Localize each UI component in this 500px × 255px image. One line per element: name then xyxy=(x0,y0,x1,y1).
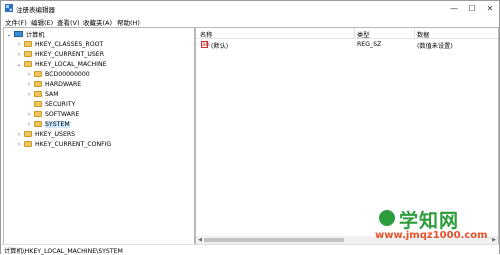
registry-editor-icon xyxy=(5,4,13,12)
folder-icon xyxy=(34,91,42,97)
tree-node-security[interactable]: SECURITY xyxy=(26,99,75,109)
title-bar[interactable]: 注册表编辑器 — ☐ ✕ xyxy=(1,1,499,15)
status-bar: 计算机\HKEY_LOCAL_MACHINE\SYSTEM ⋰ xyxy=(1,244,499,255)
folder-icon xyxy=(24,141,32,147)
tree-node-hklm[interactable]: ⌄ HKEY_LOCAL_MACHINE xyxy=(16,59,106,69)
resize-grip-icon[interactable]: ⋰ xyxy=(4,246,497,253)
expand-right-icon[interactable]: › xyxy=(16,51,22,58)
expand-right-icon[interactable]: › xyxy=(16,141,22,148)
key-tree-pane[interactable]: ⌄ 计算机 › HKEY_CLASSES_ROOT › HKEY_CURRENT… xyxy=(3,27,195,245)
tree-node-hku[interactable]: › HKEY_USERS xyxy=(16,129,75,139)
close-icon: ✕ xyxy=(486,3,494,13)
scrollbar-thumb[interactable] xyxy=(204,238,344,242)
maximize-button[interactable]: ☐ xyxy=(463,1,481,15)
value-type: REG_SZ xyxy=(357,41,382,48)
expand-right-icon[interactable]: › xyxy=(26,71,32,78)
expand-down-icon[interactable]: ⌄ xyxy=(16,61,22,68)
tree-label: SOFTWARE xyxy=(45,110,80,118)
window-title: 注册表编辑器 xyxy=(16,6,55,14)
column-header-row: 名称 类型 数据 xyxy=(196,28,498,39)
column-header-type[interactable]: 类型 xyxy=(357,30,369,39)
computer-icon xyxy=(14,31,23,37)
tree-label: BCD00000000 xyxy=(45,70,90,78)
site-watermark-logo: 学知网 www.jmqz1000.com xyxy=(375,206,495,244)
tree-label: SECURITY xyxy=(45,100,76,108)
menu-help[interactable]: 帮助(H) xyxy=(117,17,140,27)
tree-node-sam[interactable]: › SAM xyxy=(26,89,59,99)
value-data: (数值未设置) xyxy=(417,43,453,50)
column-divider[interactable] xyxy=(354,28,355,38)
value-row[interactable]: ab (默认) REG_SZ (数值未设置) xyxy=(196,40,498,50)
expand-right-icon[interactable]: › xyxy=(26,111,32,118)
folder-icon xyxy=(24,41,32,47)
column-header-data[interactable]: 数据 xyxy=(417,30,429,39)
tree-node-hkcu[interactable]: › HKEY_CURRENT_USER xyxy=(16,49,104,59)
folder-icon xyxy=(24,131,32,137)
column-divider[interactable] xyxy=(414,28,415,38)
maximize-icon: ☐ xyxy=(468,3,476,13)
tree-label: HKEY_CURRENT_CONFIG xyxy=(35,140,112,148)
tree-node-hkcr[interactable]: › HKEY_CLASSES_ROOT xyxy=(16,39,103,49)
scroll-left-icon[interactable]: ◀ xyxy=(196,236,204,244)
folder-icon xyxy=(34,81,42,87)
tree-label: HARDWARE xyxy=(45,80,82,88)
tree-label: HKEY_USERS xyxy=(35,130,76,138)
menu-edit[interactable]: 编辑(E) xyxy=(31,17,53,27)
menu-bar: 文件(F) 编辑(E) 查看(V) 收藏夹(A) 帮助(H) xyxy=(1,15,499,27)
expand-down-icon[interactable]: ⌄ xyxy=(6,31,12,38)
watermark-title: 学知网 xyxy=(399,210,460,232)
watermark-url: www.jmqz1000.com xyxy=(375,230,488,241)
registry-editor-window: 注册表编辑器 — ☐ ✕ 文件(F) 编辑(E) 查看(V) 收藏夹(A) 帮助… xyxy=(0,0,500,255)
column-header-name[interactable]: 名称 xyxy=(200,30,212,39)
tree-label: HKEY_CLASSES_ROOT xyxy=(35,40,104,48)
tree-node-computer[interactable]: ⌄ 计算机 xyxy=(6,29,45,39)
tree-node-hardware[interactable]: › HARDWARE xyxy=(26,79,81,89)
expand-right-icon[interactable]: › xyxy=(26,91,32,98)
tree-node-software[interactable]: › SOFTWARE xyxy=(26,109,79,119)
minimize-icon: — xyxy=(450,3,458,13)
expand-right-icon[interactable]: › xyxy=(16,41,22,48)
minimize-button[interactable]: — xyxy=(445,1,463,15)
expand-right-icon[interactable]: › xyxy=(26,81,32,88)
menu-favorites[interactable]: 收藏夹(A) xyxy=(83,17,112,27)
folder-icon xyxy=(34,111,42,117)
folder-icon xyxy=(24,51,32,57)
tree-node-bcd[interactable]: › BCD00000000 xyxy=(26,69,90,79)
tree-node-system[interactable]: › SYSTEM xyxy=(26,119,70,129)
folder-icon xyxy=(34,121,42,127)
expand-right-icon[interactable]: › xyxy=(16,131,22,138)
tree-label: HKEY_CURRENT_USER xyxy=(35,50,105,58)
menu-file[interactable]: 文件(F) xyxy=(5,17,27,27)
expand-right-icon[interactable]: › xyxy=(26,121,32,128)
tree-node-hkcc[interactable]: › HKEY_CURRENT_CONFIG xyxy=(16,139,112,149)
folder-icon xyxy=(34,71,42,77)
tree-label: SAM xyxy=(45,90,59,98)
tree-label-selected: SYSTEM xyxy=(45,120,70,128)
logo-pin-icon xyxy=(379,210,395,226)
folder-icon xyxy=(34,101,42,107)
close-button[interactable]: ✕ xyxy=(481,1,499,15)
tree-label: 计算机 xyxy=(26,31,45,39)
ab-string-icon: ab xyxy=(201,41,210,48)
folder-open-icon xyxy=(24,61,32,67)
tree-label: HKEY_LOCAL_MACHINE xyxy=(35,60,107,68)
menu-view[interactable]: 查看(V) xyxy=(57,17,80,27)
value-name: (默认) xyxy=(211,43,229,50)
